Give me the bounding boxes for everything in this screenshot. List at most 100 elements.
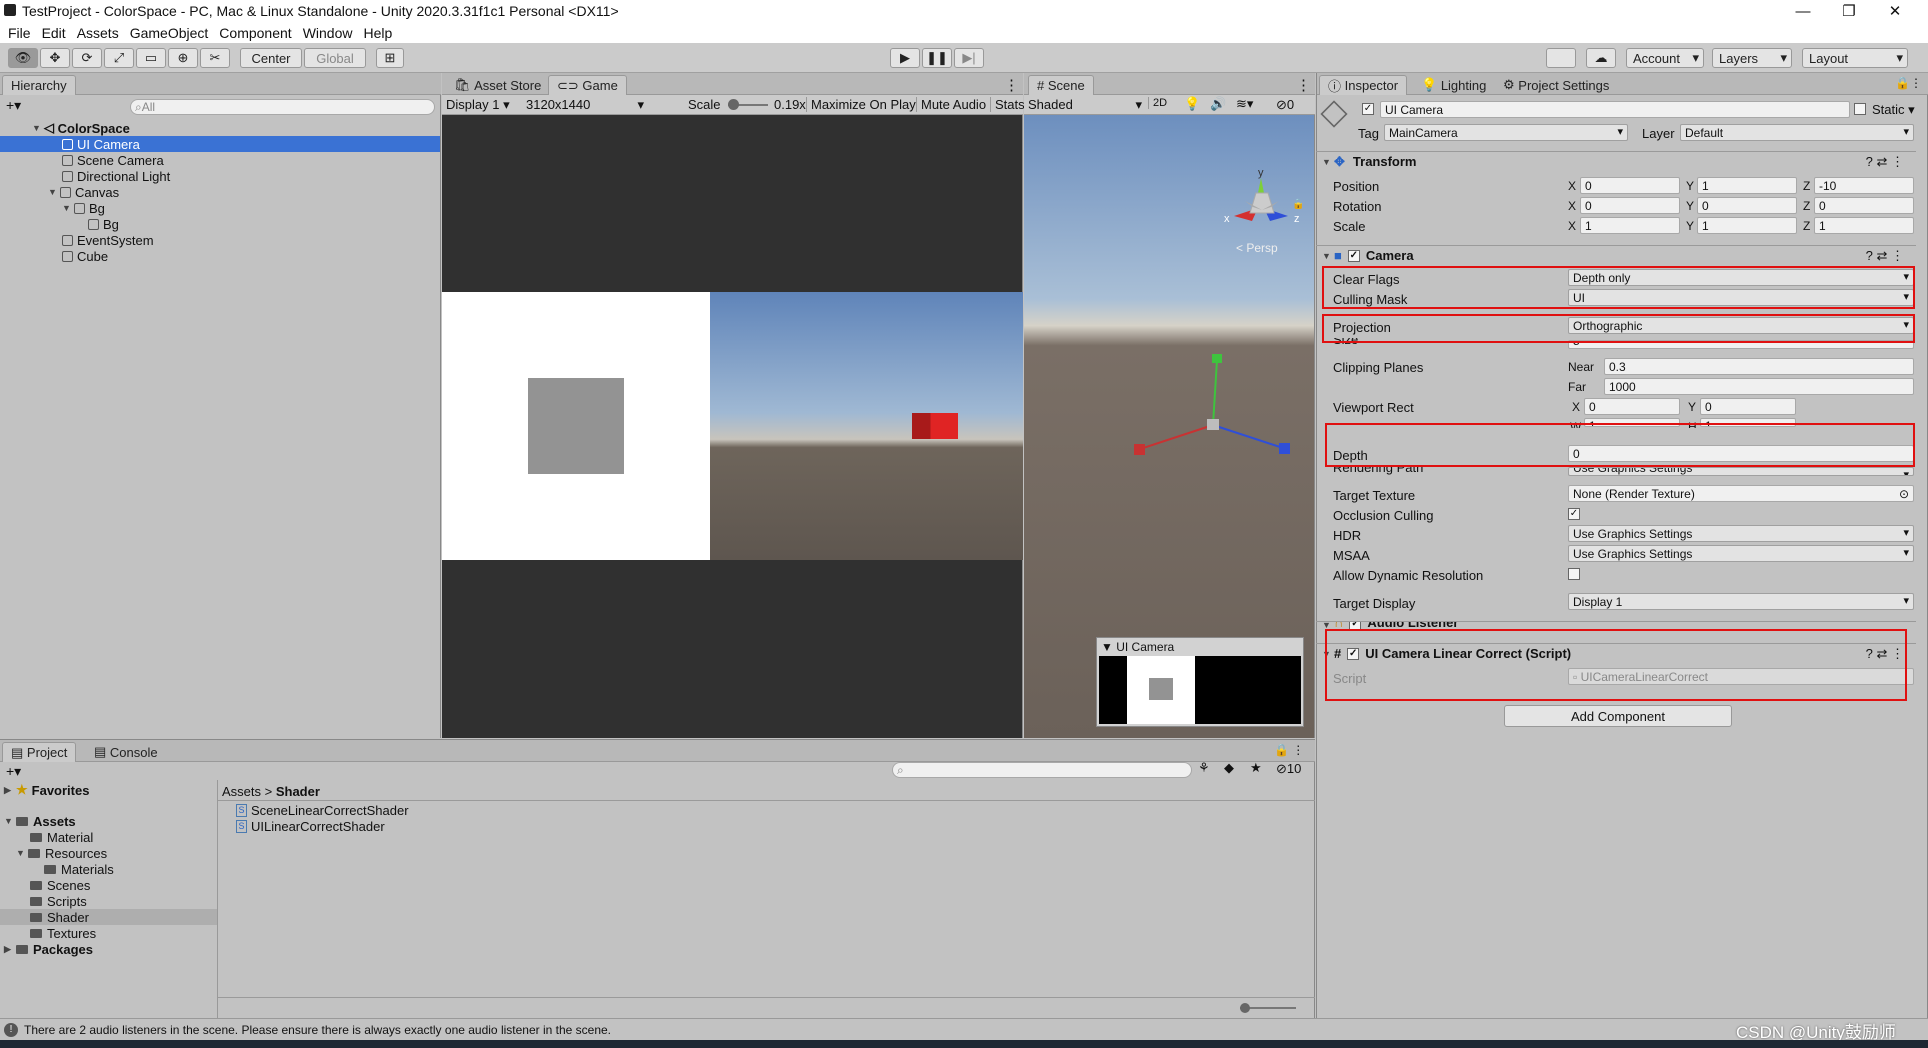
lock-icon[interactable]: 🔒⋮ [1895,76,1922,90]
active-checkbox[interactable]: ✓ [1362,103,1374,115]
file-item[interactable]: S UILinearCorrectShader [236,818,385,834]
hierarchy-item-canvas[interactable]: ▼ Canvas [48,184,119,200]
menu-file[interactable]: File [8,25,31,41]
expand-arrow-icon[interactable]: ▼ [32,123,44,133]
filter-type-icon[interactable]: ⚘ [1198,760,1210,776]
tag-dropdown[interactable]: MainCamera [1384,124,1628,141]
tab-game[interactable]: ⊂⊃ Game [548,75,627,95]
menu-edit[interactable]: Edit [42,25,66,41]
object-picker-icon[interactable]: ⊙ [1899,487,1909,501]
move-tool-icon[interactable]: ✥ [40,48,70,68]
static-checkbox[interactable] [1854,103,1866,115]
folder-scripts[interactable]: Scripts [30,893,87,909]
folder-scenes[interactable]: Scenes [30,877,90,893]
dynamic-resolution-checkbox[interactable] [1568,568,1580,580]
orientation-gizmo[interactable] [1234,178,1288,221]
tab-hierarchy[interactable]: Hierarchy [2,75,76,95]
custom-tool-icon[interactable]: ✂ [200,48,230,68]
hierarchy-item-scene-camera[interactable]: Scene Camera [62,152,164,168]
hidden-count-icon[interactable]: ⊘10 [1276,761,1301,777]
packages-item[interactable]: ▶ Packages [4,941,93,957]
rendering-path-dropdown[interactable]: Use Graphics Settings [1568,467,1914,476]
scale-tool-icon[interactable]: ⤢ [104,48,134,68]
foldout-arrow-icon[interactable]: ▼ [1322,157,1334,167]
account-dropdown[interactable]: Account ▾ [1626,48,1704,68]
breadcrumb-shader[interactable]: Shader [276,784,320,799]
camera-header[interactable]: ▼ ■ ✓ Camera ? ⇄ ⋮ [1316,245,1916,265]
target-display-dropdown[interactable]: Display 1 [1568,593,1914,610]
create-plus-icon[interactable]: +▾ [6,97,21,114]
tab-lighting[interactable]: 💡 Lighting [1413,75,1494,95]
menu-help[interactable]: Help [363,25,392,41]
stats-button[interactable]: Stats [990,97,1025,112]
menu-component[interactable]: Component [219,25,291,41]
hierarchy-item-ui-camera[interactable]: UI Camera [0,136,440,152]
rotate-tool-icon[interactable]: ⟳ [72,48,102,68]
step-button[interactable]: ▶| [954,48,984,68]
cloud-icon[interactable]: ☁ [1586,48,1616,68]
lock-icon[interactable]: 🔒 ⋮ [1274,743,1304,757]
play-button[interactable]: ▶ [890,48,920,68]
layout-dropdown[interactable]: Layout ▾ [1802,48,1908,68]
grid-snap-icon[interactable]: ⊞ [376,48,404,68]
hierarchy-search-input[interactable]: ⌕ All [130,99,435,115]
scale-slider-thumb[interactable] [728,99,739,110]
filter-label-icon[interactable]: ◆ [1224,760,1234,776]
lock-icon[interactable]: 🔒 [1292,199,1304,210]
collab-button[interactable] [1546,48,1576,68]
folder-material[interactable]: Material [30,829,93,845]
favorites-item[interactable]: ▶ ★ Favorites [4,782,89,798]
static-dropdown[interactable]: Static ▾ [1872,102,1915,118]
transform-tool-icon[interactable]: ⊕ [168,48,198,68]
hierarchy-item-bg-child[interactable]: Bg [88,216,119,232]
transform-header[interactable]: ▼ ✥ Transform ? ⇄ ⋮ [1316,151,1916,171]
scale-z-field[interactable]: 1 [1814,217,1914,234]
layer-dropdown[interactable]: Default [1680,124,1914,141]
menu-window[interactable]: Window [303,25,353,41]
tab-project-settings[interactable]: ⚙ Project Settings [1495,75,1617,95]
breadcrumb-assets[interactable]: Assets [222,784,261,799]
folder-resources[interactable]: ▼ Resources [16,845,107,861]
hierarchy-item-bg-parent[interactable]: ▼ Bg [62,200,105,216]
scene-root-item[interactable]: ▼ ◁ ColorSpace [32,120,130,136]
project-search-input[interactable]: ⌕ [892,762,1192,778]
maximize-on-play-button[interactable]: Maximize On Play [806,97,916,112]
expand-arrow-icon[interactable]: ▼ [16,848,28,858]
component-menu-icon[interactable]: ? ⇄ ⋮ [1866,154,1904,170]
layers-dropdown[interactable]: Layers ▾ [1712,48,1792,68]
rotation-y-field[interactable]: 0 [1697,197,1797,214]
rotation-x-field[interactable]: 0 [1580,197,1680,214]
pause-button[interactable]: ❚❚ [922,48,952,68]
create-plus-icon[interactable]: +▾ [6,763,21,780]
assets-item[interactable]: ▼ Assets [4,813,76,829]
rotation-z-field[interactable]: 0 [1814,197,1914,214]
tab-console[interactable]: ▤ Console [86,742,166,762]
pivot-global-button[interactable]: Global [304,48,366,68]
hierarchy-item-eventsystem[interactable]: EventSystem [62,232,154,248]
far-field[interactable]: 1000 [1604,378,1914,395]
position-y-field[interactable]: 1 [1697,177,1797,194]
pivot-center-button[interactable]: Center [240,48,302,68]
expand-arrow-icon[interactable]: ▼ [48,187,60,197]
expand-arrow-icon[interactable]: ▼ [62,203,74,213]
add-component-button[interactable]: Add Component [1504,705,1732,727]
object-name-field[interactable]: UI Camera [1380,101,1850,118]
occlusion-culling-checkbox[interactable]: ✓ [1568,508,1580,520]
msaa-dropdown[interactable]: Use Graphics Settings [1568,545,1914,562]
hierarchy-item-cube[interactable]: Cube [62,248,108,264]
file-item[interactable]: S SceneLinearCorrectShader [236,802,409,818]
tab-inspector[interactable]: ⓘ Inspector [1319,75,1408,95]
view-tool-icon[interactable]: 👁 [8,48,38,68]
expand-arrow-icon[interactable]: ▼ [4,816,16,826]
tab-project[interactable]: ▤ Project [2,742,77,762]
restore-icon[interactable]: ❐ [1826,0,1872,22]
favorite-star-icon[interactable]: ★ [1250,760,1262,776]
rect-tool-icon[interactable]: ▭ [136,48,166,68]
position-x-field[interactable]: 0 [1580,177,1680,194]
close-icon[interactable]: ✕ [1872,0,1918,22]
folder-shader[interactable]: Shader [0,909,217,925]
status-message[interactable]: There are 2 audio listeners in the scene… [24,1023,611,1037]
component-menu-icon[interactable]: ? ⇄ ⋮ [1866,248,1904,264]
perspective-label[interactable]: < Persp [1236,241,1278,255]
minimize-icon[interactable]: — [1780,0,1826,22]
